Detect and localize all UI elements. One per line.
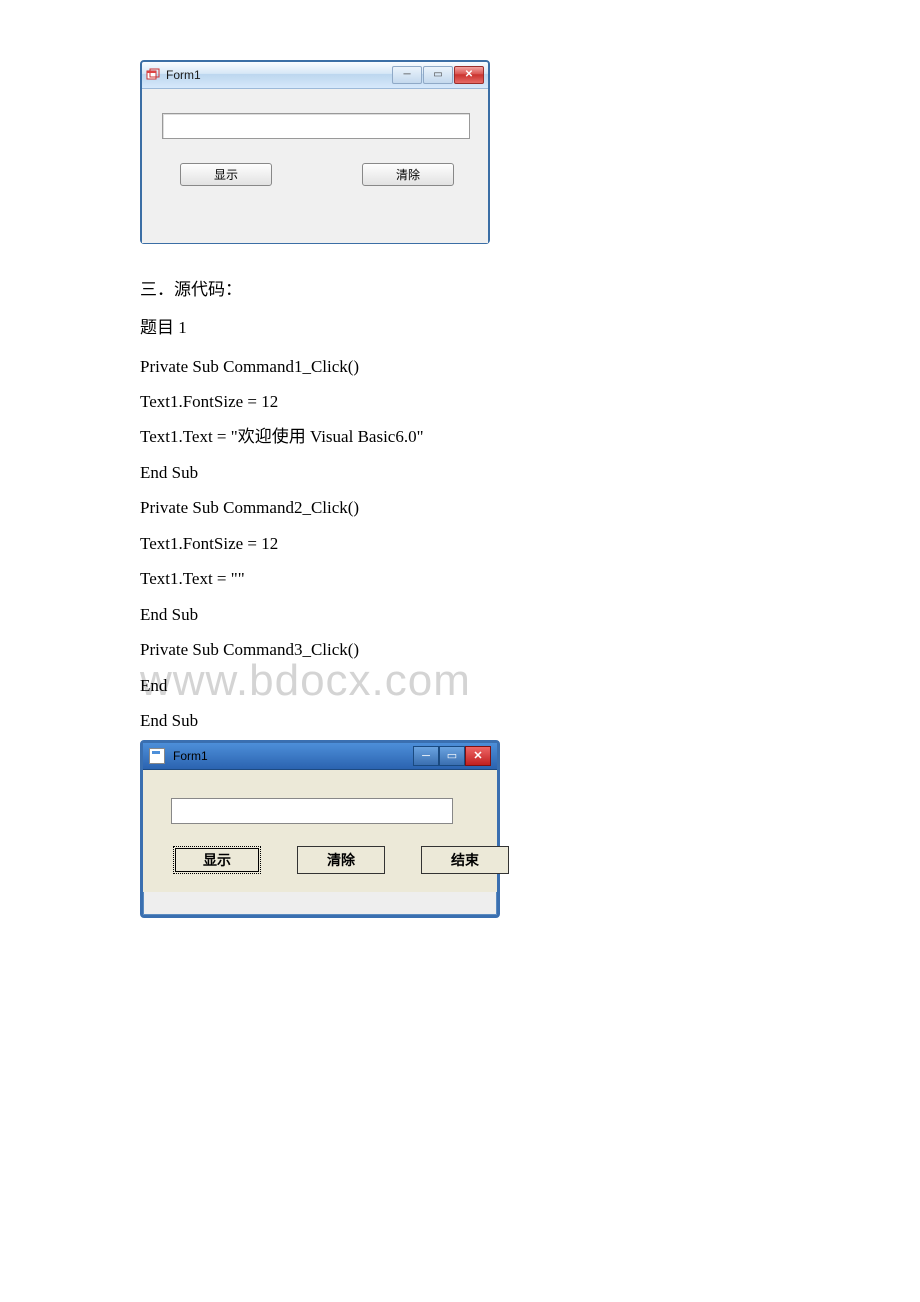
window-title: Form1 [173, 749, 413, 763]
code-line: Text1.FontSize = 12 [140, 528, 780, 559]
window-controls: ─ ▭ ✕ [413, 746, 491, 766]
window-body: 显示 清除 [142, 89, 488, 243]
show-button[interactable]: 显示 [180, 163, 272, 186]
code-line: Private Sub Command3_Click() [140, 634, 780, 665]
code-line: End Sub [140, 457, 780, 488]
code-line: Private Sub Command2_Click() [140, 492, 780, 523]
maximize-button[interactable]: ▭ [439, 746, 465, 766]
window-title: Form1 [166, 68, 392, 82]
text-input[interactable] [162, 113, 470, 139]
minimize-button[interactable]: ─ [413, 746, 439, 766]
code-line: End [140, 670, 780, 701]
maximize-button[interactable]: ▭ [423, 66, 453, 84]
code-line: Text1.Text = "" [140, 563, 780, 594]
end-button[interactable]: 结束 [421, 846, 509, 874]
code-line: Private Sub Command1_Click() [140, 351, 780, 382]
window-controls: ─ ▭ ✕ [392, 66, 484, 84]
section-heading: 三．源代码： [140, 274, 780, 306]
code-line: Text1.FontSize = 12 [140, 386, 780, 417]
clear-button[interactable]: 清除 [362, 163, 454, 186]
titlebar[interactable]: Form1 ─ ▭ ✕ [142, 62, 488, 89]
window-form1-bottom: Form1 ─ ▭ ✕ 显示 清除 结束 [140, 740, 500, 918]
window-form1-top: Form1 ─ ▭ ✕ 显示 清除 [140, 60, 490, 244]
code-line: End Sub [140, 599, 780, 630]
form-icon [149, 748, 165, 764]
close-button[interactable]: ✕ [465, 746, 491, 766]
close-button[interactable]: ✕ [454, 66, 484, 84]
button-row: 显示 清除 [162, 163, 468, 186]
code-line: Text1.Text = "欢迎使用 Visual Basic6.0" [140, 421, 780, 452]
text-input[interactable] [171, 798, 453, 824]
show-button[interactable]: 显示 [173, 846, 261, 874]
code-line: End Sub [140, 705, 780, 736]
window-body: 显示 清除 结束 [143, 770, 497, 892]
clear-button[interactable]: 清除 [297, 846, 385, 874]
button-row: 显示 清除 结束 [163, 846, 477, 874]
titlebar[interactable]: Form1 ─ ▭ ✕ [143, 743, 497, 770]
form-icon [146, 68, 160, 82]
subheading: 题目 1 [140, 312, 780, 344]
minimize-button[interactable]: ─ [392, 66, 422, 84]
